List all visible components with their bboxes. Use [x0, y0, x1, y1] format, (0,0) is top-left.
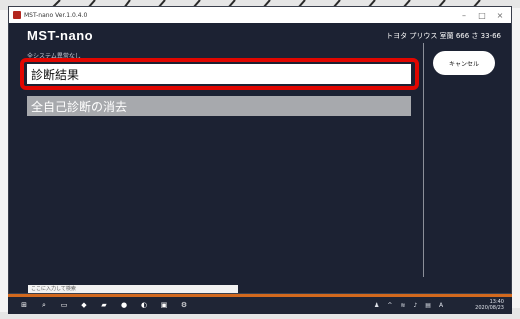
maximize-icon[interactable]: □ — [473, 7, 491, 23]
volume-icon[interactable]: ♪ — [413, 302, 417, 309]
task-view-icon[interactable]: ▭ — [60, 301, 68, 309]
settings-icon[interactable]: ⚙ — [180, 301, 188, 309]
app-name: MST-nano — [27, 28, 94, 43]
browser-icon[interactable]: ● — [120, 301, 128, 309]
vertical-divider — [423, 43, 424, 277]
clock[interactable]: 13:40 2020/08/23 — [475, 299, 504, 311]
menu-label: 全自己診断の消去 — [31, 99, 128, 114]
system-tray: ♟ ^ ≋ ♪ ▤ A — [374, 302, 443, 309]
folder-icon[interactable]: ▰ — [100, 301, 108, 309]
edge-icon[interactable]: ◐ — [140, 301, 148, 309]
cancel-button[interactable]: キャンセル — [433, 51, 495, 75]
taskbar-search-input[interactable]: ここに入力して検索 — [28, 285, 238, 293]
window-title: MST-nano Ver.1.0.4.0 — [24, 11, 88, 19]
vehicle-info: トヨタ プリウス 室蘭 666 さ 33-66 — [386, 32, 501, 40]
app-window: MST-nano Ver.1.0.4.0 – □ × MST-nano トヨタ … — [8, 6, 512, 294]
taskbar: ここに入力して検索 ⊞ ⌕ ▭ ◆ ▰ ● ◐ ▣ ⚙ ♟ ^ ≋ ♪ ▤ A … — [8, 285, 512, 314]
store-icon[interactable]: ▣ — [160, 301, 168, 309]
search-icon[interactable]: ⌕ — [40, 301, 48, 309]
selection-highlight — [20, 58, 419, 90]
ime-icon[interactable]: A — [439, 302, 443, 309]
minimize-icon[interactable]: – — [455, 7, 473, 23]
network-icon[interactable]: ≋ — [400, 302, 405, 309]
app-icon — [13, 11, 21, 19]
title-bar: MST-nano Ver.1.0.4.0 – □ × — [9, 7, 511, 23]
taskbar-accent — [8, 294, 512, 297]
app-header: MST-nano トヨタ プリウス 室蘭 666 さ 33-66 — [9, 23, 511, 47]
start-icon[interactable]: ⊞ — [20, 301, 28, 309]
chevron-up-icon[interactable]: ^ — [387, 302, 392, 309]
app-icon-taskbar-1[interactable]: ◆ — [80, 301, 88, 309]
people-icon[interactable]: ♟ — [374, 302, 379, 309]
keyboard-icon[interactable]: ▤ — [425, 302, 431, 309]
close-icon[interactable]: × — [491, 7, 509, 23]
menu-clear-all-diagnostics[interactable]: 全自己診断の消去 — [27, 96, 411, 116]
clock-date: 2020/08/23 — [475, 305, 504, 311]
